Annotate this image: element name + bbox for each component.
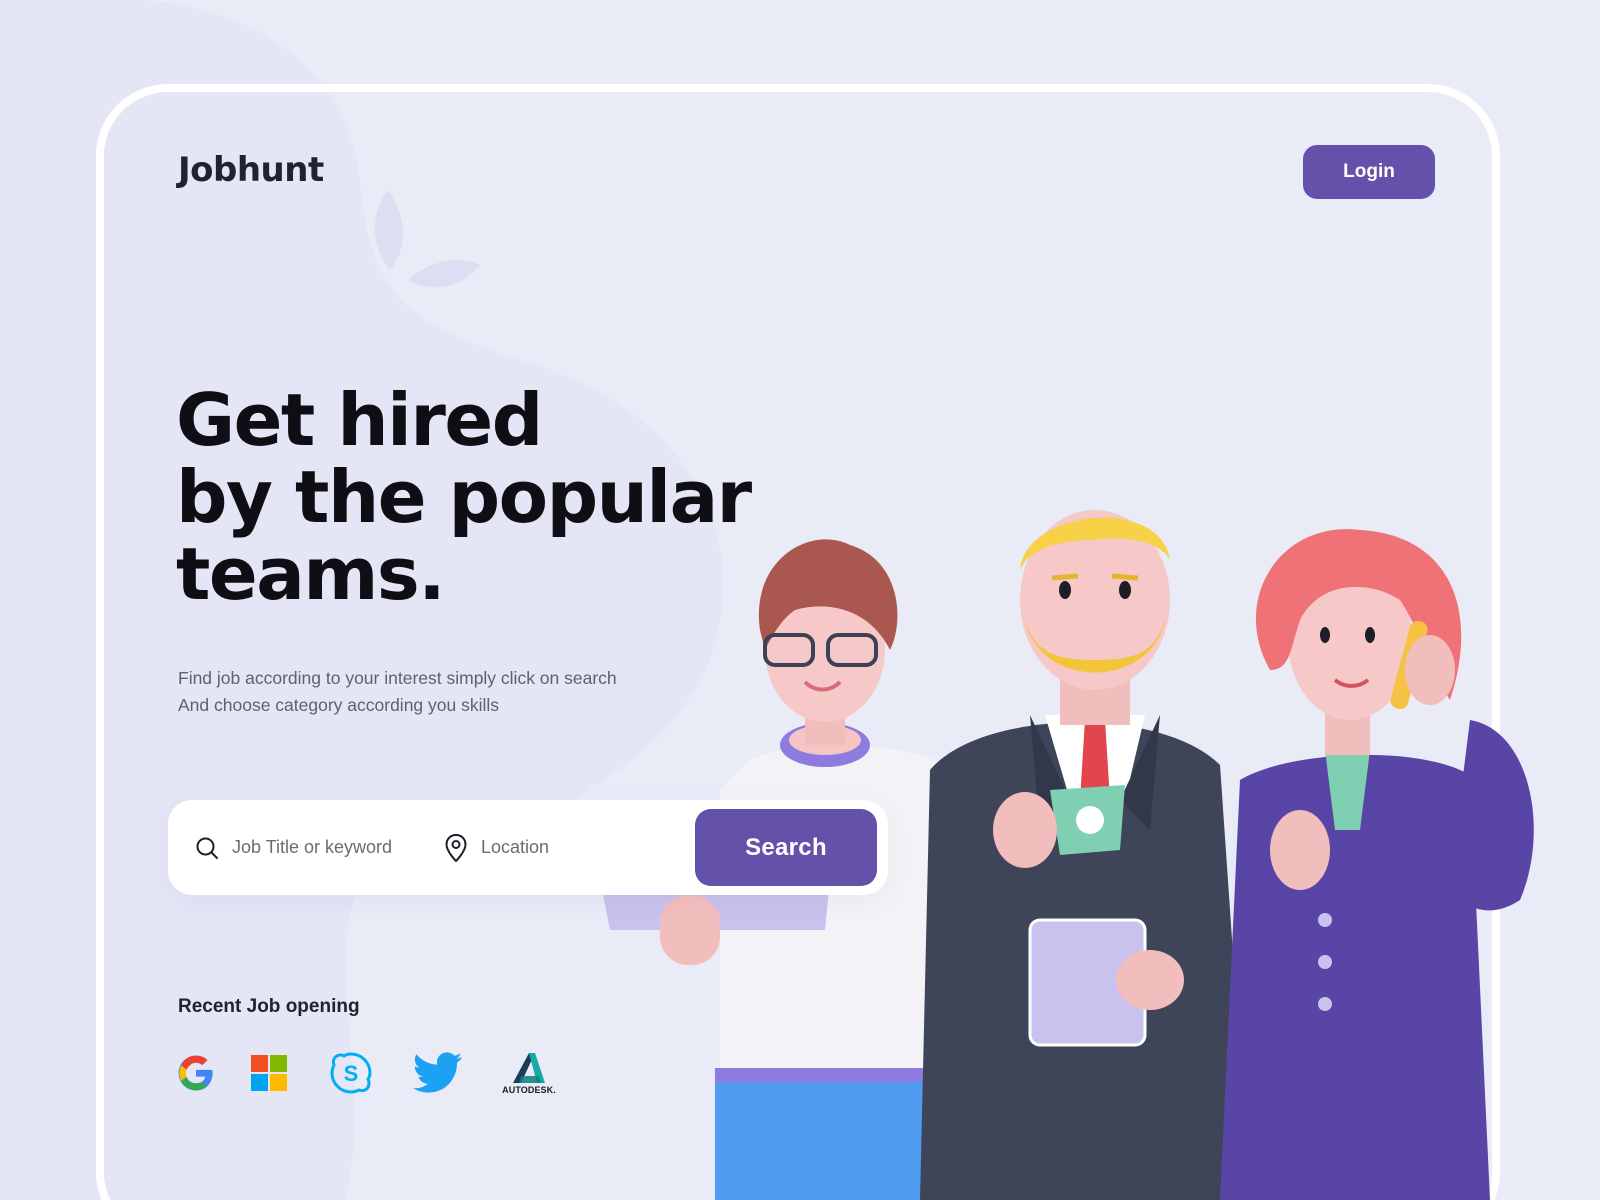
- search-button[interactable]: Search: [695, 809, 877, 886]
- middle-character: [920, 510, 1250, 1200]
- job-search-bar: Search: [168, 800, 888, 895]
- keyword-input[interactable]: [232, 837, 412, 858]
- brand-logo[interactable]: Jobhunt: [178, 150, 324, 190]
- search-icon: [194, 835, 220, 861]
- login-button[interactable]: Login: [1303, 145, 1435, 199]
- subtext-line: And choose category according you skills: [178, 695, 500, 715]
- location-field: [443, 800, 673, 895]
- svg-text:S: S: [344, 1061, 359, 1086]
- skype-logo-icon[interactable]: S: [328, 1048, 374, 1098]
- right-character: [1220, 529, 1534, 1200]
- autodesk-logo-icon[interactable]: AUTODESK.: [498, 1048, 560, 1098]
- hero-subtext: Find job according to your interest simp…: [178, 665, 617, 719]
- microsoft-logo-icon[interactable]: [250, 1048, 288, 1098]
- landing-page: Jobhunt Login Get hired by the popular t…: [0, 0, 1600, 1200]
- headline-line: Get hired: [176, 378, 543, 462]
- autodesk-logo-text: AUTODESK.: [502, 1084, 556, 1095]
- keyword-field: [194, 800, 424, 895]
- twitter-logo-icon[interactable]: [412, 1048, 464, 1098]
- google-logo-icon[interactable]: [176, 1048, 216, 1098]
- company-logo-list: S AUTODESK.: [176, 1048, 560, 1098]
- subtext-line: Find job according to your interest simp…: [178, 668, 617, 688]
- location-input[interactable]: [481, 837, 661, 858]
- map-pin-icon: [443, 833, 469, 862]
- recent-jobs-title: Recent Job opening: [178, 996, 360, 1017]
